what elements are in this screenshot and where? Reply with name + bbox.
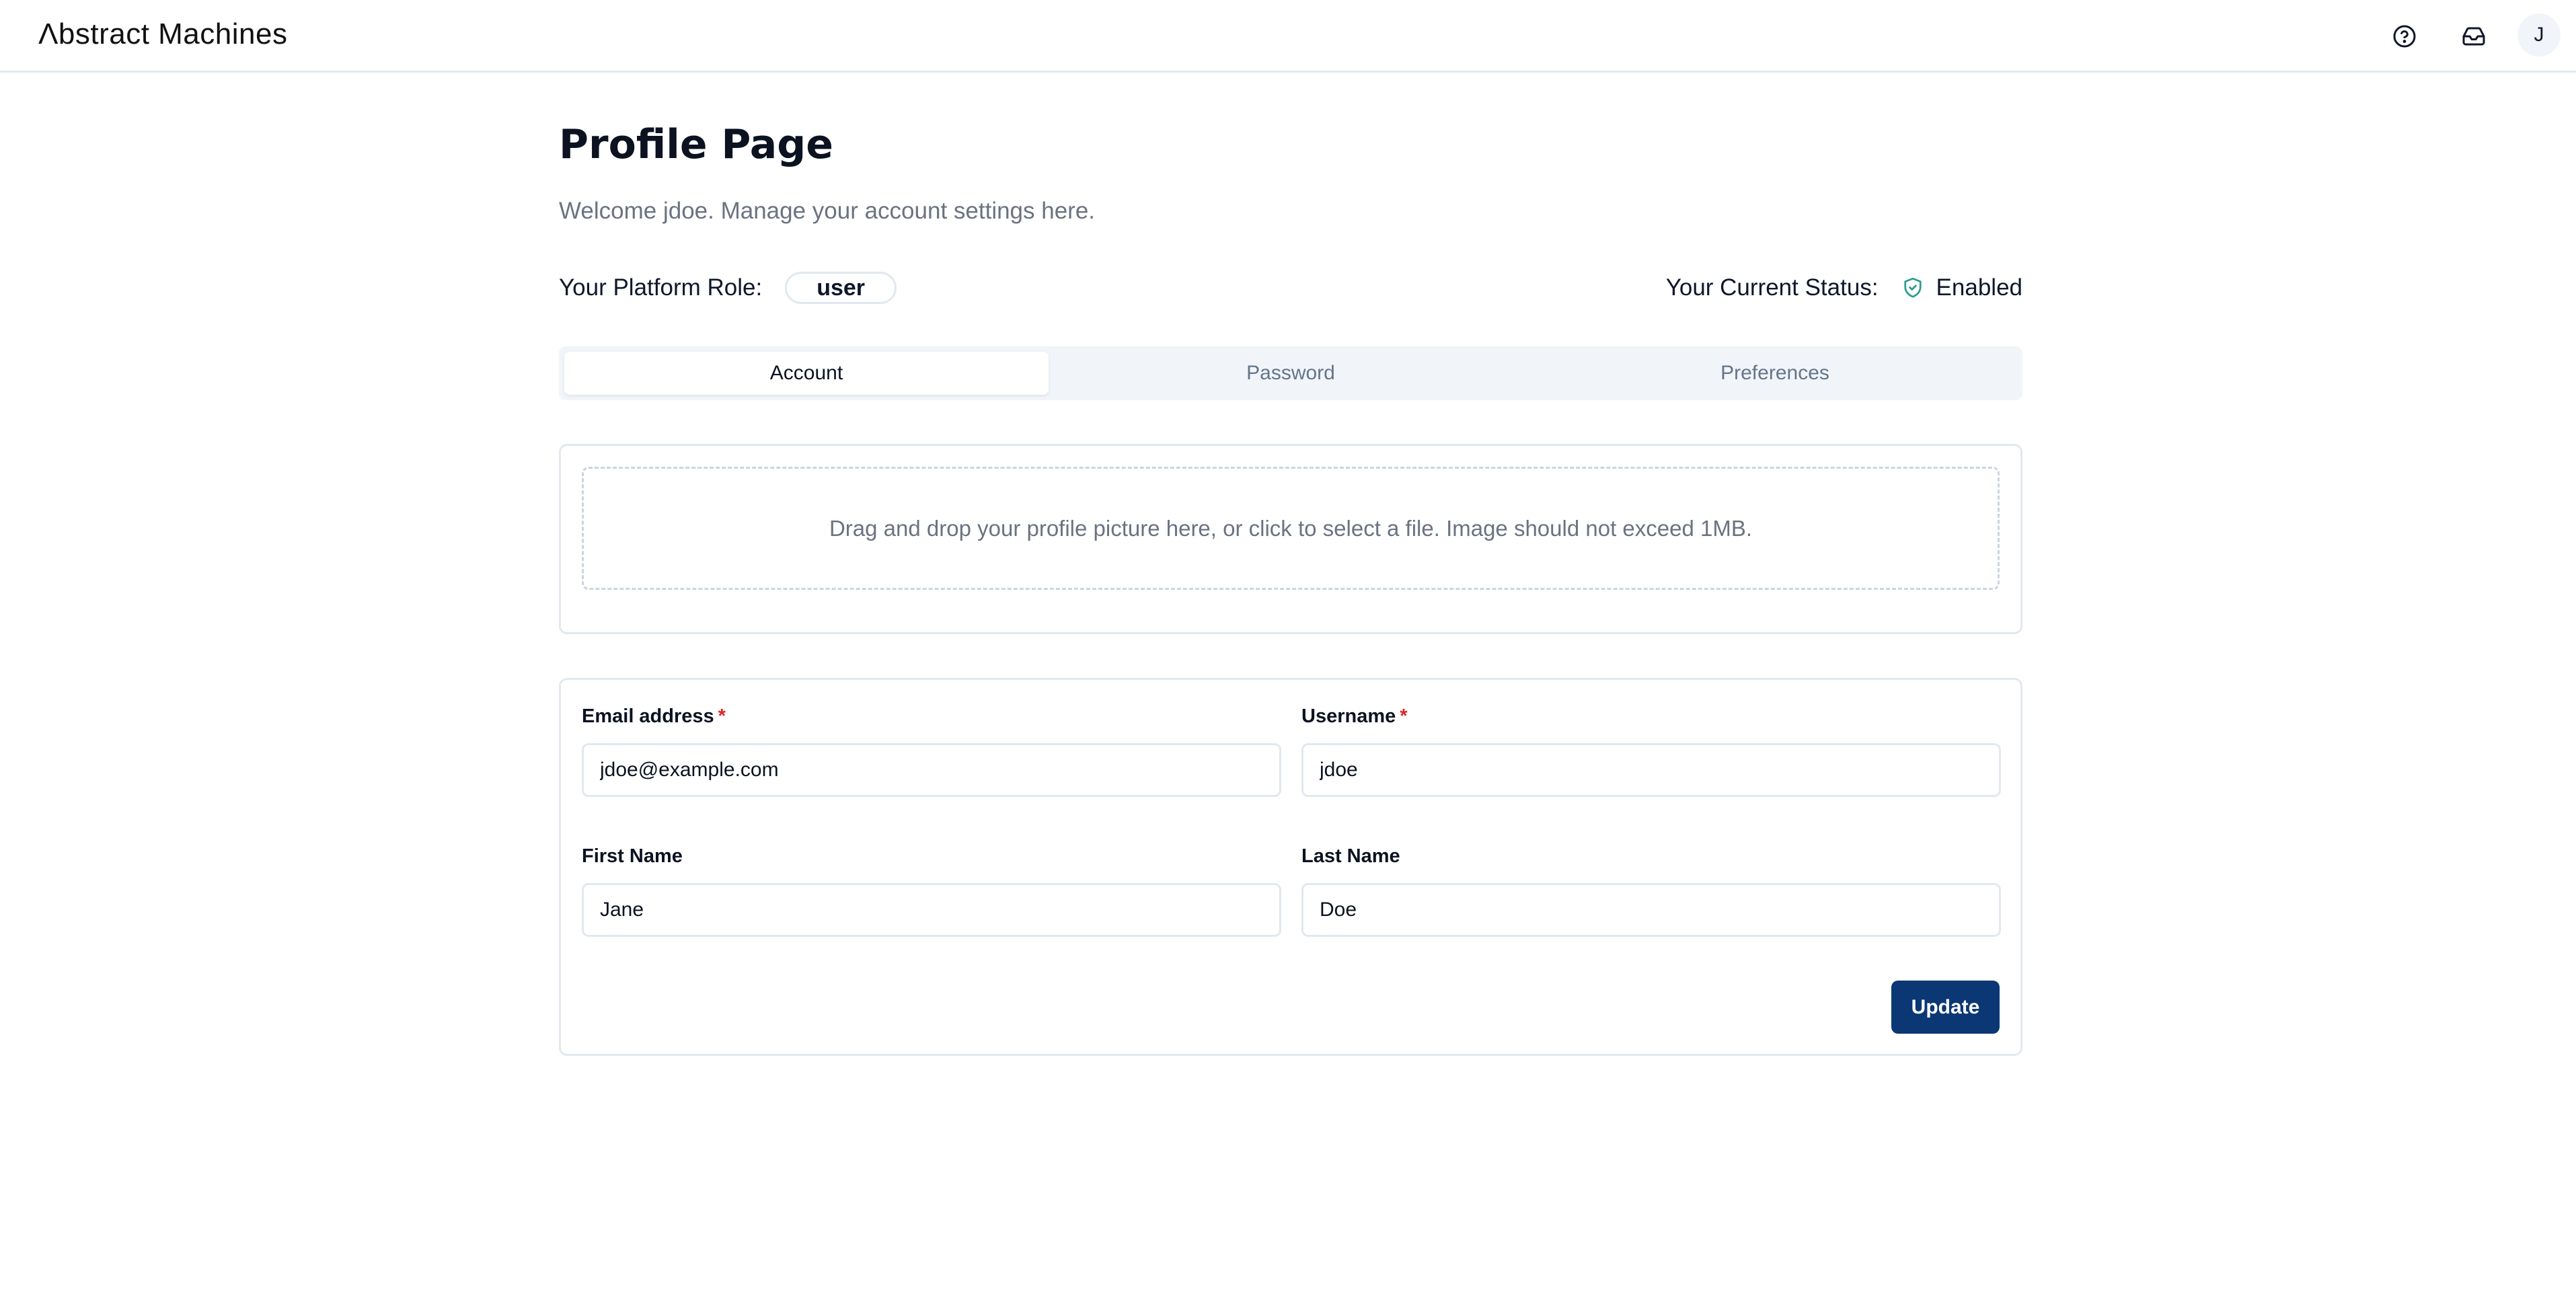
username-field[interactable] — [1301, 743, 2001, 797]
tab-preferences[interactable]: Preferences — [1533, 352, 2017, 395]
username-label-text: Username — [1301, 705, 1396, 727]
status-badge: Enabled — [1936, 274, 2022, 301]
first-name-label: First Name — [582, 845, 683, 867]
last-name-field-group: Last Name — [1301, 845, 2001, 937]
page-title: Profile Page — [559, 121, 833, 168]
first-name-field-group: First Name — [582, 845, 1281, 937]
username-label: Username * — [1301, 705, 2001, 732]
role-label: Your Platform Role: — [559, 274, 763, 301]
avatar[interactable]: J — [2517, 13, 2561, 56]
help-button[interactable] — [2384, 16, 2425, 56]
email-label: Email address * — [582, 705, 1281, 732]
profile-picture-card: Drag and drop your profile picture here,… — [559, 444, 2022, 634]
role-badge: user — [785, 272, 897, 304]
first-name-field[interactable] — [582, 883, 1281, 937]
platform-role: Your Platform Role: user — [559, 272, 897, 304]
page-subtitle: Welcome jdoe. Manage your account settin… — [559, 198, 1096, 224]
inbox-icon — [2462, 27, 2485, 46]
required-marker: * — [718, 705, 726, 727]
required-marker: * — [1400, 705, 1408, 727]
tab-account[interactable]: Account — [564, 352, 1049, 395]
inbox-button[interactable] — [2454, 16, 2494, 56]
last-name-field[interactable] — [1301, 883, 2001, 937]
update-button[interactable]: Update — [1891, 981, 2000, 1034]
shield-check-icon — [1903, 277, 1922, 298]
tab-password[interactable]: Password — [1049, 352, 1533, 395]
account-form: Email address* Username* First Name Last… — [559, 678, 2022, 1056]
status-label: Your Current Status: — [1665, 274, 1879, 301]
help-circle-icon — [2393, 25, 2416, 48]
last-name-label: Last Name — [1301, 845, 1400, 867]
top-header: Λbstract Machines J — [0, 0, 2576, 73]
email-field-group: Email address * — [582, 705, 1281, 797]
email-field[interactable] — [582, 743, 1281, 797]
username-field-group: Username * — [1301, 705, 2001, 797]
profile-picture-dropzone[interactable]: Drag and drop your profile picture here,… — [582, 467, 2000, 590]
logo[interactable]: Λbstract Machines — [38, 17, 287, 51]
email-label-text: Email address — [582, 705, 714, 727]
current-status: Your Current Status: Enabled — [1666, 272, 2022, 304]
profile-tabs: Account Password Preferences — [559, 346, 2022, 400]
